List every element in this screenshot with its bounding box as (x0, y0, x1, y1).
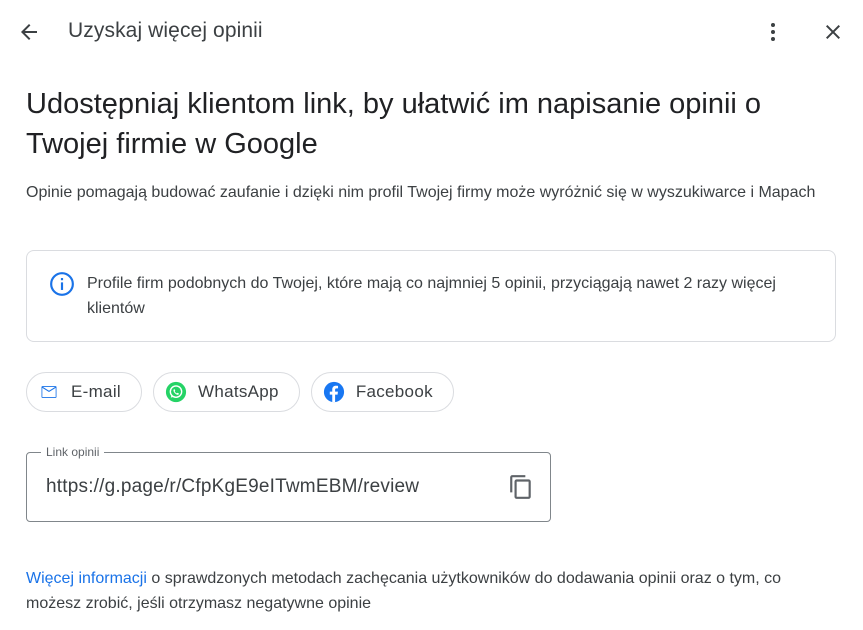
footer-text: Więcej informacji o sprawdzonych metodac… (26, 566, 826, 616)
share-email-button[interactable]: E-mail (26, 372, 142, 412)
close-button[interactable] (818, 17, 848, 47)
review-dialog: Uzyskaj więcej opinii Udostępniaj klient… (0, 0, 863, 630)
more-options-button[interactable] (758, 17, 788, 47)
page-heading: Udostępniaj klientom link, by ułatwić im… (26, 88, 762, 160)
share-facebook-label: Facebook (355, 382, 433, 401)
review-link-label: Link opinii (41, 444, 105, 460)
more-vert-icon (771, 23, 775, 41)
facebook-icon (323, 381, 345, 403)
review-link-field: Link opinii (26, 444, 551, 522)
share-email-label: E-mail (71, 382, 121, 401)
share-facebook-button[interactable]: Facebook (310, 372, 454, 412)
page-description: Opinie pomagają budować zaufanie i dzięk… (26, 184, 816, 201)
close-icon (826, 25, 840, 39)
arrow-back-icon (21, 24, 37, 40)
info-icon (50, 272, 74, 296)
whatsapp-icon (165, 381, 187, 403)
review-link-input[interactable] (46, 476, 496, 498)
back-button[interactable] (14, 17, 44, 47)
share-whatsapp-button[interactable]: WhatsApp (152, 372, 300, 412)
header: Uzyskaj więcej opinii (0, 0, 863, 64)
mail-icon (38, 381, 60, 403)
copy-link-button[interactable] (507, 472, 535, 502)
copy-icon (510, 475, 531, 499)
more-info-link[interactable]: Więcej informacji (26, 570, 147, 587)
info-text: Profile firm podobnych do Twojej, które … (87, 275, 776, 317)
share-whatsapp-label: WhatsApp (197, 382, 279, 401)
info-box: Profile firm podobnych do Twojej, które … (26, 250, 836, 342)
header-title: Uzyskaj więcej opinii (68, 19, 263, 42)
share-buttons: E-mail WhatsApp Facebook (26, 372, 454, 412)
